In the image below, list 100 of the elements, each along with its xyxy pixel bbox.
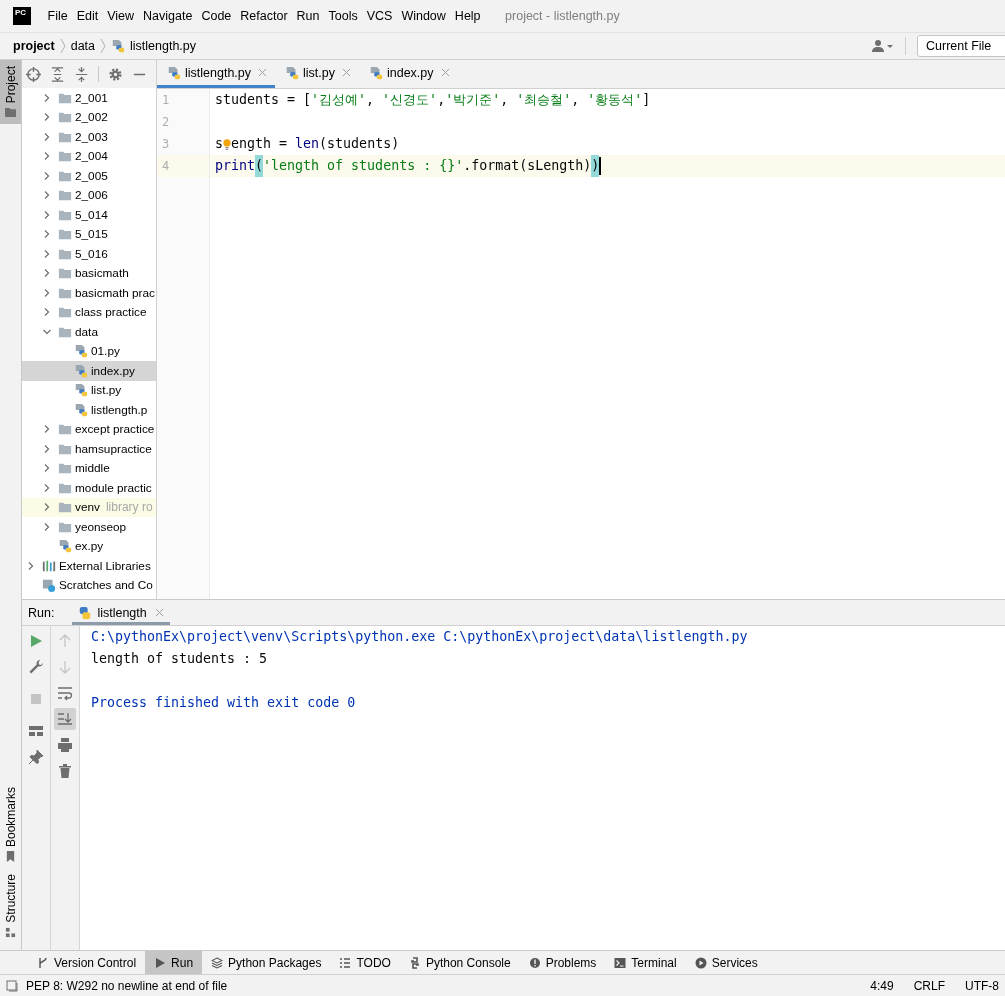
tool-window-button[interactable]: TODO <box>330 951 400 974</box>
tree-item[interactable]: yeonseop <box>22 517 156 537</box>
close-icon[interactable] <box>440 68 450 77</box>
window-title: project - listlength.py <box>505 9 620 23</box>
editor-tab[interactable]: index.py <box>358 60 458 88</box>
locate-icon[interactable] <box>26 66 41 82</box>
breadcrumb-item[interactable]: data <box>70 39 96 53</box>
chevron-icon[interactable] <box>42 463 52 474</box>
menu-item[interactable]: View <box>102 9 139 23</box>
tool-window-button[interactable]: Problems <box>519 951 606 974</box>
chevron-icon[interactable] <box>42 112 52 123</box>
line-separator[interactable]: CRLF <box>907 978 951 993</box>
menu-item[interactable]: File <box>43 9 73 23</box>
tree-item[interactable]: External Libraries <box>22 556 156 576</box>
tree-item[interactable]: 2_001 <box>22 88 156 108</box>
chevron-icon[interactable] <box>42 190 52 201</box>
file-encoding[interactable]: UTF-8 <box>959 978 1005 993</box>
tree-label: except practice <box>75 422 155 437</box>
code-text: ] <box>642 91 651 109</box>
menu-item[interactable]: Navigate <box>138 9 197 23</box>
collapse-all-icon[interactable] <box>74 66 89 82</box>
tree-item[interactable]: middle <box>22 458 156 478</box>
chevron-icon[interactable] <box>42 287 52 298</box>
tree-item[interactable]: hamsupractice <box>22 439 156 459</box>
chevron-icon[interactable] <box>42 209 52 220</box>
tree-item[interactable]: ex.py <box>22 536 156 556</box>
chevron-icon[interactable] <box>42 502 52 513</box>
menu-item[interactable]: Code <box>196 9 236 23</box>
chevron-icon[interactable] <box>42 248 52 259</box>
tree-item[interactable]: except practice <box>22 419 156 439</box>
folder-icon <box>58 110 72 125</box>
breadcrumb-item[interactable]: project <box>13 39 55 53</box>
tree-label: listlength.p <box>91 402 148 417</box>
editor-tab[interactable]: list.py <box>275 60 359 88</box>
menu-item[interactable]: Refactor <box>235 9 293 23</box>
menu-item[interactable]: VCS <box>362 9 397 23</box>
tree-label: index.py <box>91 363 135 378</box>
tool-window-button[interactable]: Python Console <box>399 951 520 974</box>
tree-item[interactable]: basicmath prac <box>22 283 156 303</box>
tree-item[interactable]: listlength.p <box>22 400 156 420</box>
tree-item[interactable]: data <box>22 322 156 342</box>
close-icon[interactable] <box>154 608 164 617</box>
tree-item[interactable]: 2_005 <box>22 166 156 186</box>
tree-item[interactable]: 5_015 <box>22 224 156 244</box>
side-tab-label: Project <box>3 66 18 104</box>
panel-toggle-icon[interactable] <box>6 979 18 992</box>
chevron-icon[interactable] <box>42 92 52 103</box>
expand-all-icon[interactable] <box>50 66 65 82</box>
tool-window-button[interactable]: Python Packages <box>202 951 331 974</box>
chevron-icon[interactable] <box>42 482 52 493</box>
tool-window-button[interactable]: Services <box>685 951 767 974</box>
tree-item[interactable]: module practic <box>22 478 156 498</box>
menu-item[interactable]: Edit <box>72 9 103 23</box>
chevron-icon[interactable] <box>42 131 52 142</box>
tree-item[interactable]: basicmath <box>22 263 156 283</box>
tree-item[interactable]: 5_014 <box>22 205 156 225</box>
close-icon[interactable] <box>341 68 351 77</box>
structure-icon <box>5 927 16 938</box>
chevron-icon[interactable] <box>42 268 52 279</box>
tree-item[interactable]: 5_016 <box>22 244 156 264</box>
console-icon <box>408 956 421 969</box>
chevron-icon[interactable] <box>42 307 52 318</box>
tree-item[interactable]: 2_004 <box>22 146 156 166</box>
settings-icon[interactable] <box>108 66 123 82</box>
side-tab[interactable]: Structure <box>0 868 21 944</box>
breadcrumb-item[interactable]: listlength.py <box>130 39 197 53</box>
tree-item[interactable]: 2_003 <box>22 127 156 147</box>
tree-item[interactable]: index.py <box>22 361 156 381</box>
side-tab[interactable]: Project <box>0 60 21 125</box>
user-icon[interactable] <box>872 39 894 53</box>
chevron-icon[interactable] <box>42 424 52 435</box>
tool-window-button[interactable]: Run <box>145 951 203 974</box>
tree-item[interactable]: Scratches and Co <box>22 575 156 595</box>
run-tab-label: listlength <box>97 605 147 620</box>
menu-item[interactable]: Help <box>450 9 486 23</box>
side-tab[interactable]: Bookmarks <box>0 781 21 869</box>
lightbulb-icon[interactable] <box>223 137 231 151</box>
chevron-icon[interactable] <box>26 560 36 571</box>
tool-window-label: TODO <box>356 955 391 970</box>
tree-item[interactable]: 2_002 <box>22 107 156 127</box>
chevron-icon[interactable] <box>42 229 52 240</box>
tree-item[interactable]: class practice <box>22 302 156 322</box>
chevron-icon[interactable] <box>42 170 52 181</box>
menu-item[interactable]: Tools <box>324 9 363 23</box>
tree-item[interactable]: venv library ro <box>22 497 156 517</box>
chevron-icon[interactable] <box>42 443 52 454</box>
tree-label: 2_003 <box>75 129 108 144</box>
menu-item[interactable]: Window <box>396 9 451 23</box>
line-number: 3 <box>161 136 171 153</box>
tree-item[interactable]: 01.py <box>22 341 156 361</box>
tree-item[interactable]: list.py <box>22 380 156 400</box>
run-configuration-dropdown[interactable]: Current File <box>917 35 1005 57</box>
chevron-icon[interactable] <box>42 521 52 532</box>
tool-window-button[interactable]: Terminal <box>605 951 686 974</box>
tree-item[interactable]: 2_006 <box>22 185 156 205</box>
chevron-icon[interactable] <box>42 151 52 162</box>
caret-position[interactable]: 4:49 <box>864 978 900 993</box>
tool-window-button[interactable]: Version Control <box>28 951 146 974</box>
menu-item[interactable]: Run <box>292 9 324 23</box>
close-icon[interactable] <box>258 68 267 77</box>
